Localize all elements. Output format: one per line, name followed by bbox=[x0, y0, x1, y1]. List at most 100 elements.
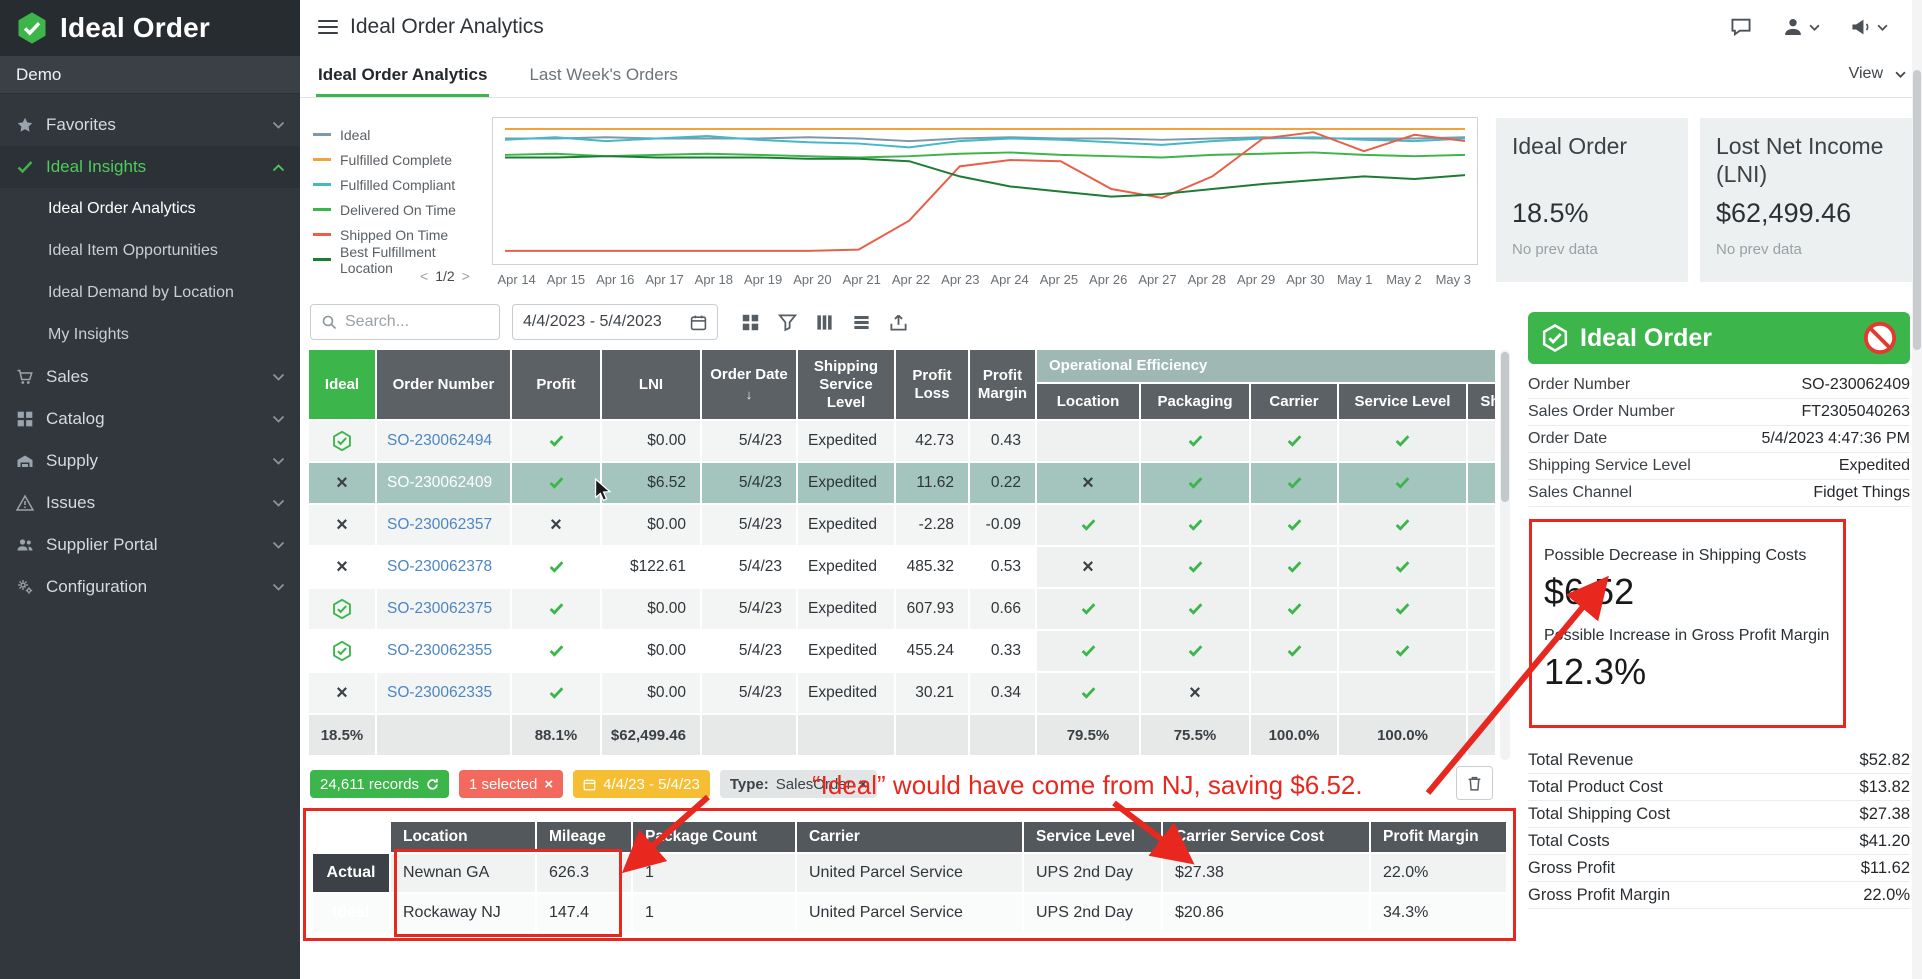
legend-item-ideal[interactable]: Ideal bbox=[313, 122, 485, 147]
sidebar-item-label: Ideal Insights bbox=[46, 157, 146, 177]
legend-item-delivered-on-time[interactable]: Delivered On Time bbox=[313, 197, 485, 222]
refresh-icon[interactable] bbox=[426, 778, 439, 791]
column-header-profit-margin[interactable]: Profit Margin bbox=[970, 350, 1037, 421]
total-value: $41.20 bbox=[1860, 832, 1910, 851]
column-header-profit[interactable]: Profit bbox=[512, 350, 602, 421]
order-number-link[interactable]: SO-230062357 bbox=[387, 516, 492, 533]
grid-view-button[interactable] bbox=[732, 306, 769, 338]
export-button[interactable] bbox=[880, 306, 917, 338]
order-row-so-230062355[interactable]: SO-230062355$0.005/4/23Expedited455.240.… bbox=[309, 631, 1495, 673]
legend-item-fulfilled-complete[interactable]: Fulfilled Complete bbox=[313, 147, 485, 172]
sidebar-item-supplier-portal[interactable]: Supplier Portal bbox=[0, 524, 300, 566]
column-header-carrier[interactable]: Carrier bbox=[1251, 384, 1339, 421]
sidebar-item-catalog[interactable]: Catalog bbox=[0, 398, 300, 440]
column-header-profit-loss[interactable]: Profit Loss bbox=[896, 350, 970, 421]
order-number-link[interactable]: SO-230062355 bbox=[387, 642, 492, 659]
metric-card-lost-net-income[interactable]: Lost Net Income (LNI) $62,499.46 No prev… bbox=[1700, 118, 1912, 282]
sidebar-item-issues[interactable]: Issues bbox=[0, 482, 300, 524]
table-scrollbar[interactable] bbox=[1500, 350, 1510, 760]
sidebar-item-configuration[interactable]: Configuration bbox=[0, 566, 300, 608]
column-header-sh[interactable]: Sh bbox=[1468, 384, 1495, 421]
search-input[interactable] bbox=[345, 313, 475, 331]
sidebar-item-my-insights[interactable]: My Insights bbox=[0, 314, 300, 356]
check-icon bbox=[1286, 558, 1303, 575]
field-label: Sales Channel bbox=[1528, 484, 1632, 502]
user-menu-button[interactable] bbox=[1782, 16, 1820, 38]
filter-chip-records[interactable]: 24,611 records bbox=[310, 770, 449, 798]
chart-prev-button[interactable]: < bbox=[420, 268, 428, 284]
window-scrollbar[interactable] bbox=[1912, 0, 1922, 979]
column-header-packaging[interactable]: Packaging bbox=[1141, 384, 1251, 421]
field-label: Order Number bbox=[1528, 376, 1630, 394]
sidebar-item-favorites[interactable]: Favorites bbox=[0, 104, 300, 146]
search-box[interactable] bbox=[310, 304, 500, 340]
column-header-service-level[interactable]: Service Level bbox=[1339, 384, 1468, 421]
sidebar-item-ideal-item-opportunities[interactable]: Ideal Item Opportunities bbox=[0, 230, 300, 272]
x-tick-label: Apr 23 bbox=[936, 272, 985, 287]
line-chart[interactable] bbox=[492, 117, 1478, 265]
tab-last-weeks-orders[interactable]: Last Week's Orders bbox=[527, 55, 679, 97]
filter-button[interactable] bbox=[769, 306, 806, 338]
column-header-order-date[interactable]: Order Date↓ bbox=[702, 350, 798, 421]
legend-item-fulfilled-compliant[interactable]: Fulfilled Compliant bbox=[313, 172, 485, 197]
filter-chip-date-range[interactable]: 4/4/23 - 5/4/23 bbox=[573, 770, 710, 798]
row-height-button[interactable] bbox=[843, 306, 880, 338]
messages-button[interactable] bbox=[1730, 16, 1752, 38]
order-number-link[interactable]: SO-230062378 bbox=[387, 558, 492, 575]
order-date-cell: 5/4/23 bbox=[702, 547, 798, 589]
announcements-button[interactable] bbox=[1850, 16, 1888, 38]
total-row-total-product-cost: Total Product Cost$13.82 bbox=[1528, 774, 1910, 801]
metric-card-ideal-order[interactable]: Ideal Order 18.5% No prev data bbox=[1496, 118, 1688, 282]
columns-button[interactable] bbox=[806, 306, 843, 338]
menu-icon[interactable] bbox=[318, 20, 338, 34]
column-header-shipping-service-level[interactable]: Shipping Service Level bbox=[798, 350, 896, 421]
delete-button[interactable] bbox=[1456, 766, 1493, 800]
check-icon bbox=[1187, 474, 1204, 491]
sidebar: Ideal Order Demo FavoritesIdeal Insights… bbox=[0, 0, 300, 979]
table-toolbar: 4/4/2023 - 5/4/2023 bbox=[310, 303, 1495, 341]
check-icon bbox=[1394, 558, 1411, 575]
field-value: Fidget Things bbox=[1813, 484, 1910, 502]
column-header-ideal[interactable]: Ideal bbox=[309, 350, 377, 421]
order-row-so-230062375[interactable]: SO-230062375$0.005/4/23Expedited607.930.… bbox=[309, 589, 1495, 631]
check-icon bbox=[1394, 516, 1411, 533]
close-icon[interactable]: × bbox=[544, 776, 553, 793]
sidebar-item-ideal-insights[interactable]: Ideal Insights bbox=[0, 146, 300, 188]
column-header-lni[interactable]: LNI bbox=[602, 350, 702, 421]
order-totals: Total Revenue$52.82Total Product Cost$13… bbox=[1528, 747, 1910, 909]
order-row-so-230062494[interactable]: SO-230062494$0.005/4/23Expedited42.730.4… bbox=[309, 421, 1495, 463]
sidebar-item-ideal-order-analytics[interactable]: Ideal Order Analytics bbox=[0, 188, 300, 230]
detail-fields: Order NumberSO-230062409Sales Order Numb… bbox=[1528, 372, 1910, 507]
opportunity-value: 12.3% bbox=[1544, 651, 1894, 693]
table-scrollbar-thumb[interactable] bbox=[1501, 352, 1509, 502]
sidebar-item-label: Supply bbox=[46, 451, 98, 471]
workspace-label[interactable]: Demo bbox=[0, 56, 300, 94]
order-number-link[interactable]: SO-230062494 bbox=[387, 432, 492, 449]
filter-chip-selected[interactable]: 1 selected× bbox=[459, 770, 563, 798]
legend-label: Fulfilled Complete bbox=[340, 152, 452, 168]
order-row-so-230062378[interactable]: ×SO-230062378$122.615/4/23Expedited485.3… bbox=[309, 547, 1495, 589]
sidebar-item-supply[interactable]: Supply bbox=[0, 440, 300, 482]
sort-desc-icon[interactable]: ↓ bbox=[708, 387, 790, 403]
column-header-location[interactable]: Location bbox=[1037, 384, 1141, 421]
sidebar-item-sales[interactable]: Sales bbox=[0, 356, 300, 398]
order-number-link[interactable]: SO-230062375 bbox=[387, 600, 492, 617]
order-number-cell: SO-230062335 bbox=[377, 673, 512, 715]
view-menu-button[interactable]: View bbox=[1849, 65, 1906, 97]
sidebar-item-label: Catalog bbox=[46, 409, 105, 429]
sidebar-item-ideal-demand-by-location[interactable]: Ideal Demand by Location bbox=[0, 272, 300, 314]
order-row-so-230062409[interactable]: ×SO-230062409$6.525/4/23Expedited11.620.… bbox=[309, 463, 1495, 505]
date-range-picker[interactable]: 4/4/2023 - 5/4/2023 bbox=[512, 304, 718, 340]
chart-next-button[interactable]: > bbox=[462, 268, 470, 284]
order-row-so-230062357[interactable]: ×SO-230062357×$0.005/4/23Expedited-2.28-… bbox=[309, 505, 1495, 547]
total-row-total-revenue: Total Revenue$52.82 bbox=[1528, 747, 1910, 774]
order-number-link[interactable]: SO-230062335 bbox=[387, 684, 492, 701]
window-scrollbar-thumb[interactable] bbox=[1913, 70, 1921, 350]
profit-loss-cell: 30.21 bbox=[896, 673, 970, 715]
x-tick-label: Apr 14 bbox=[492, 272, 541, 287]
order-number-link[interactable]: SO-230062409 bbox=[387, 474, 492, 491]
tab-ideal-order-analytics[interactable]: Ideal Order Analytics bbox=[316, 55, 489, 97]
order-row-so-230062335[interactable]: ×SO-230062335$0.005/4/23Expedited30.210.… bbox=[309, 673, 1495, 715]
column-header-order-number[interactable]: Order Number bbox=[377, 350, 512, 421]
metric-value: 18.5% bbox=[1512, 198, 1672, 229]
